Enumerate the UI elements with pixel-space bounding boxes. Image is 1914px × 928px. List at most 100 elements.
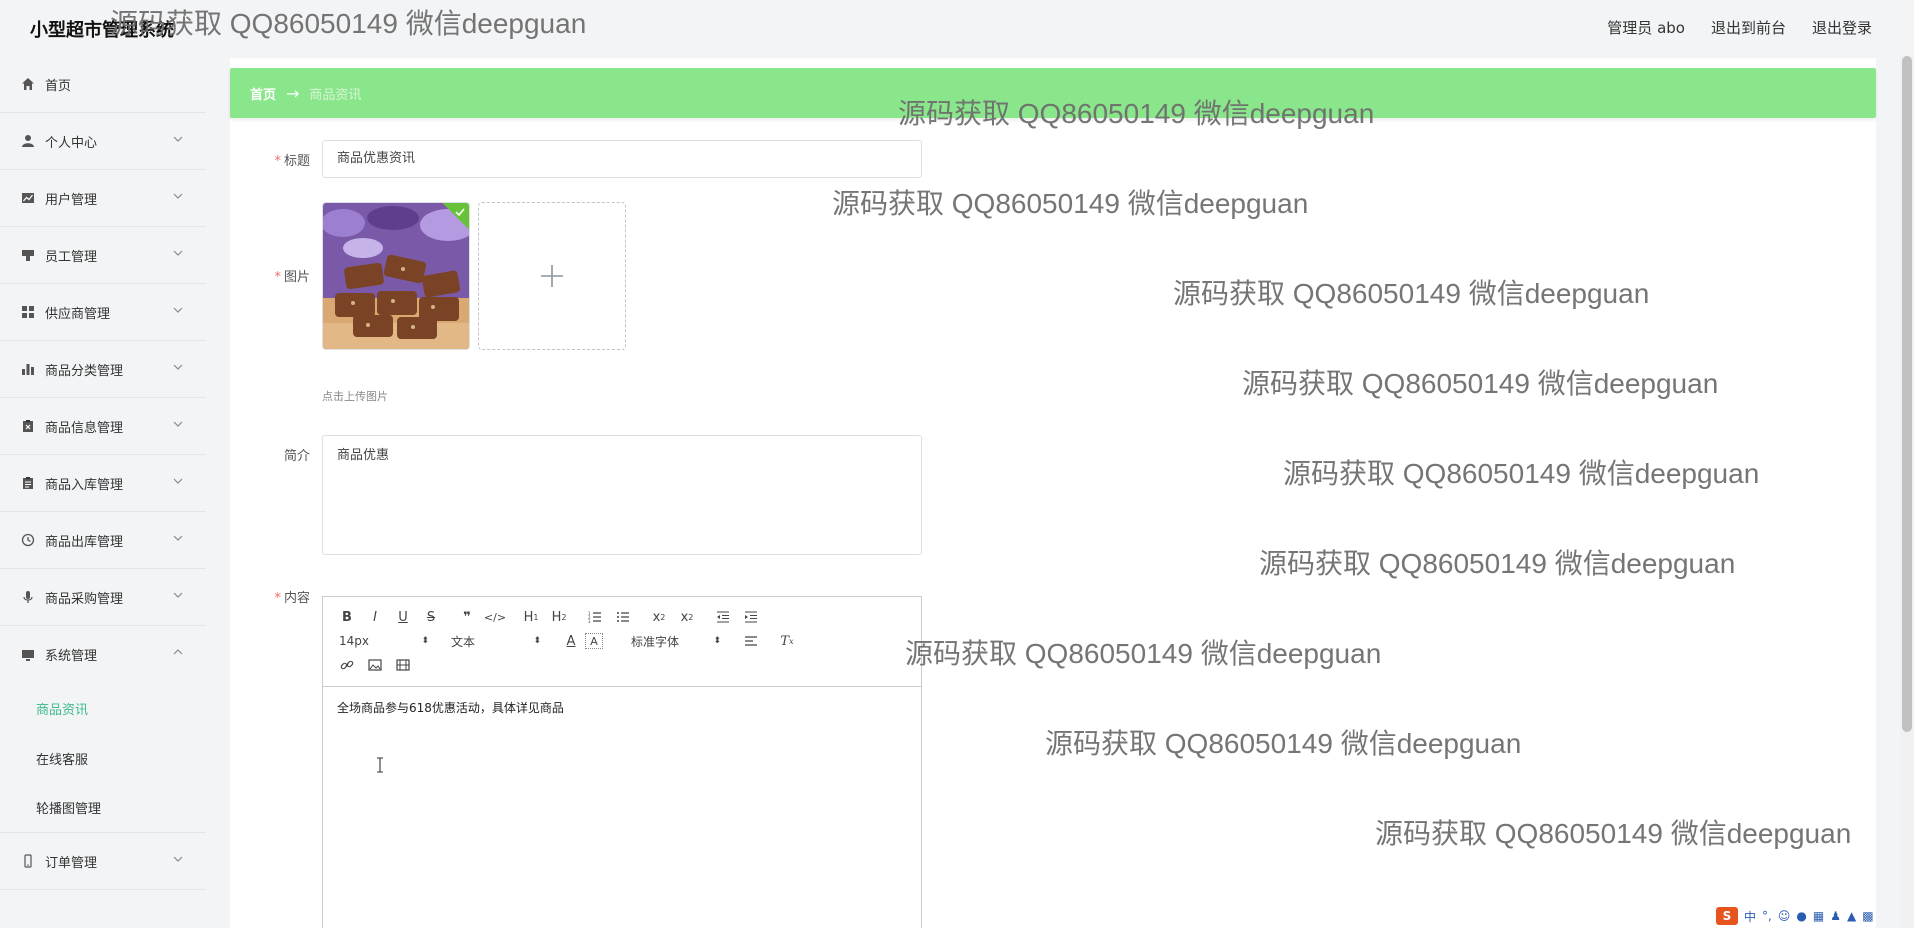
chevron-down-icon xyxy=(173,592,183,598)
text-type-select[interactable]: 文本 ⬍ xyxy=(445,633,541,650)
scrollbar-thumb[interactable] xyxy=(1902,56,1912,732)
editor-content[interactable]: 全场商品参与618优惠活动，具体详见商品 xyxy=(323,687,921,728)
sidebar: 首页 个人中心 用户管理 员工管理 供应商管理 商品分类管理 商品信息管理 商品… xyxy=(0,56,206,928)
admin-label[interactable]: 管理员 abo xyxy=(1607,17,1685,38)
sidebar-subitem-carousel[interactable]: 轮播图管理 xyxy=(0,783,206,833)
sidebar-item-label: 商品信息管理 xyxy=(45,420,124,436)
subscript-icon[interactable]: x2 xyxy=(645,605,673,629)
image-upload-button[interactable] xyxy=(478,202,626,350)
sidebar-item-staff[interactable]: 员工管理 xyxy=(0,227,206,284)
sidebar-item-label: 订单管理 xyxy=(45,855,98,871)
sidebar-item-home[interactable]: 首页 xyxy=(0,56,206,113)
chevron-down-icon xyxy=(173,364,183,370)
chevron-down-icon xyxy=(173,478,183,484)
breadcrumb-home[interactable]: 首页 xyxy=(250,84,276,103)
title-label: * 标题 xyxy=(274,154,310,169)
chevron-down-icon xyxy=(173,421,183,427)
chevron-down-icon xyxy=(173,535,183,541)
watermark: 源码获取 QQ86050149 微信deepguan xyxy=(1283,458,1760,489)
plus-icon xyxy=(541,265,563,287)
font-size-select[interactable]: 14px ⬍ xyxy=(333,634,429,648)
watermark: 源码获取 QQ86050149 微信deepguan xyxy=(898,98,1375,129)
watermark: 源码获取 QQ86050149 微信deepguan xyxy=(1045,728,1522,759)
monitor-icon xyxy=(20,647,36,663)
top-links: 管理员 abo 退出到前台 退出登录 xyxy=(1607,17,1872,38)
stamp-icon xyxy=(20,247,36,263)
watermark: 源码获取 QQ86050149 微信deepguan xyxy=(832,188,1309,219)
toolbox-icon[interactable]: ▩ xyxy=(1862,909,1873,923)
heading1-icon[interactable]: H1 xyxy=(517,605,545,629)
sidebar-item-product-info[interactable]: 商品信息管理 xyxy=(0,398,206,455)
sidebar-item-label: 用户管理 xyxy=(45,192,98,208)
sidebar-subitem-news[interactable]: 商品资讯 xyxy=(0,683,206,733)
ordered-list-icon[interactable]: 123 xyxy=(581,605,609,629)
italic-icon[interactable]: I xyxy=(361,605,389,629)
indent-icon[interactable] xyxy=(737,605,765,629)
sidebar-item-stock-in[interactable]: 商品入库管理 xyxy=(0,455,206,512)
blockquote-icon[interactable]: ❞ xyxy=(453,605,481,629)
product-image-thumbnail[interactable] xyxy=(322,202,470,350)
sidebar-item-label: 供应商管理 xyxy=(45,306,111,322)
punctuation-icon[interactable]: °, xyxy=(1762,909,1772,923)
check-icon xyxy=(455,208,465,217)
back-to-front-link[interactable]: 退出到前台 xyxy=(1711,17,1786,38)
background-color-icon[interactable]: A xyxy=(585,633,603,649)
clock-icon xyxy=(20,532,36,548)
align-icon[interactable] xyxy=(737,629,765,653)
breadcrumb-arrow: → xyxy=(286,83,300,103)
rich-text-editor: B I U S ❞ </> H1 H2 123 x2 x2 14px ⬍ 文本 … xyxy=(322,596,922,928)
superscript-icon[interactable]: x2 xyxy=(673,605,701,629)
sidebar-item-label: 商品入库管理 xyxy=(45,477,124,493)
sidebar-item-users[interactable]: 用户管理 xyxy=(0,170,206,227)
skin-icon[interactable]: ▲ xyxy=(1847,909,1856,923)
sidebar-item-stock-out[interactable]: 商品出库管理 xyxy=(0,512,206,569)
select-arrows-icon: ⬍ xyxy=(533,636,541,646)
sidebar-item-system[interactable]: 系统管理 xyxy=(0,626,206,683)
keyboard-icon[interactable]: ▦ xyxy=(1813,909,1824,923)
image-label: * 图片 xyxy=(274,270,310,285)
emoji-icon[interactable]: ☺ xyxy=(1778,909,1791,923)
voice-icon[interactable]: ● xyxy=(1796,909,1806,923)
clear-format-icon[interactable]: Tx xyxy=(773,629,801,653)
chevron-down-icon xyxy=(173,307,183,313)
chevron-down-icon xyxy=(173,250,183,256)
sidebar-item-personal[interactable]: 个人中心 xyxy=(0,113,206,170)
chinese-mode-icon[interactable]: 中 xyxy=(1744,908,1756,925)
image-icon[interactable] xyxy=(361,653,389,677)
sidebar-subitem-online-service[interactable]: 在线客服 xyxy=(0,733,206,783)
outdent-icon[interactable] xyxy=(709,605,737,629)
svg-text:3: 3 xyxy=(588,619,591,623)
sidebar-item-label: 商品出库管理 xyxy=(45,534,124,550)
font-family-select[interactable]: 标准字体 ⬍ xyxy=(625,633,721,650)
link-icon[interactable] xyxy=(333,653,361,677)
user-icon[interactable]: ♟ xyxy=(1830,909,1841,923)
watermark: 源码获取 QQ86050149 微信deepguan xyxy=(905,638,1382,669)
microphone-icon xyxy=(20,589,36,605)
product-image xyxy=(323,203,469,349)
sidebar-item-label: 个人中心 xyxy=(45,135,98,151)
title-input[interactable]: 商品优惠资讯 xyxy=(322,140,922,178)
underline-icon[interactable]: U xyxy=(389,605,417,629)
summary-textarea[interactable]: 商品优惠 xyxy=(322,435,922,555)
bold-icon[interactable]: B xyxy=(333,605,361,629)
font-color-icon[interactable]: A xyxy=(557,629,585,653)
heading2-icon[interactable]: H2 xyxy=(545,605,573,629)
sidebar-item-orders[interactable]: 订单管理 xyxy=(0,833,206,890)
sidebar-item-label: 商品采购管理 xyxy=(45,591,124,607)
code-icon[interactable]: </> xyxy=(481,605,509,629)
sidebar-item-purchase[interactable]: 商品采购管理 xyxy=(0,569,206,626)
logout-link[interactable]: 退出登录 xyxy=(1812,17,1872,38)
select-arrows-icon: ⬍ xyxy=(421,636,429,646)
chevron-up-icon xyxy=(173,649,183,655)
sidebar-item-label: 系统管理 xyxy=(45,649,98,664)
sidebar-item-categories[interactable]: 商品分类管理 xyxy=(0,341,206,398)
video-icon[interactable] xyxy=(389,653,417,677)
sidebar-item-label: 员工管理 xyxy=(45,249,98,265)
editor-toolbar: B I U S ❞ </> H1 H2 123 x2 x2 14px ⬍ 文本 … xyxy=(323,597,921,687)
strikethrough-icon[interactable]: S xyxy=(417,605,445,629)
bullet-list-icon[interactable] xyxy=(609,605,637,629)
ime-logo-icon[interactable]: S xyxy=(1716,907,1738,925)
breadcrumb-current: 商品资讯 xyxy=(309,87,362,103)
sidebar-item-suppliers[interactable]: 供应商管理 xyxy=(0,284,206,341)
clipboard-x-icon xyxy=(20,418,36,434)
